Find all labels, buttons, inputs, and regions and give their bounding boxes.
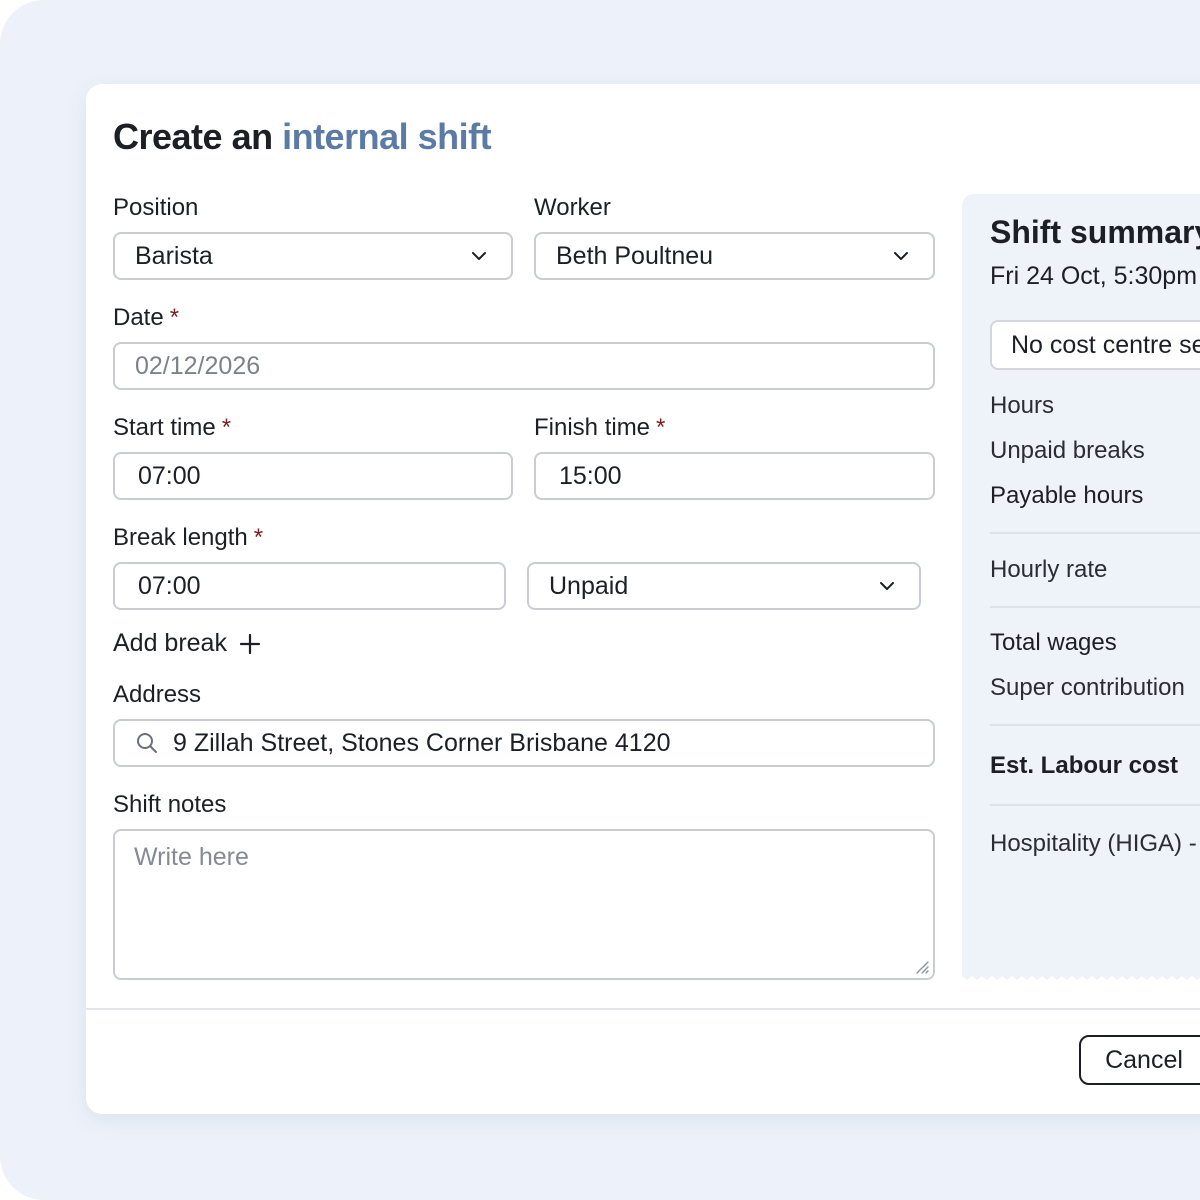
date-input[interactable]: 02/12/2026 [113, 342, 935, 390]
summary-title: Shift summary [990, 214, 1200, 250]
start-time-value: 07:00 [138, 461, 201, 490]
shift-notes-label: Shift notes [113, 791, 227, 818]
required-mark: * [656, 414, 666, 441]
summary-divider [990, 724, 1200, 726]
address-value: 9 Zillah Street, Stones Corner Brisbane … [173, 728, 671, 757]
summary-hours: Hours [990, 392, 1055, 419]
summary-unpaid-breaks: Unpaid breaks [990, 437, 1145, 464]
address-input[interactable]: 9 Zillah Street, Stones Corner Brisbane … [113, 719, 935, 767]
position-label: Position [113, 194, 199, 221]
chevron-down-icon [880, 582, 894, 590]
add-break-label: Add break [113, 629, 227, 657]
finish-time-value: 15:00 [559, 461, 622, 490]
date-placeholder: 02/12/2026 [135, 351, 261, 380]
break-length-label-text: Break length [113, 524, 248, 551]
summary-payable-hours: Payable hours [990, 482, 1144, 509]
cancel-button[interactable]: Cancel [1079, 1035, 1200, 1085]
summary-super-contribution: Super contribution [990, 674, 1185, 701]
summary-divider [990, 804, 1200, 806]
position-select[interactable]: Barista [113, 232, 513, 280]
chevron-down-icon [472, 252, 486, 260]
footer-divider [86, 1008, 1200, 1010]
search-icon [137, 733, 157, 753]
summary-hourly-rate: Hourly rate [990, 556, 1108, 583]
page-background: Create an internal shift Position Barist… [0, 0, 1200, 1200]
add-break-button[interactable]: Add break [113, 629, 261, 658]
worker-label: Worker [534, 194, 611, 221]
break-type-select[interactable]: Unpaid [527, 562, 921, 610]
start-time-input[interactable]: 07:00 [113, 452, 513, 500]
plus-icon [239, 633, 261, 654]
summary-est-labour-cost: Est. Labour cost [990, 752, 1179, 779]
chevron-down-icon [894, 252, 908, 260]
finish-time-label-text: Finish time [534, 414, 651, 441]
required-mark: * [221, 414, 232, 441]
worker-value: Beth Poultneu [556, 241, 714, 270]
break-length-input[interactable]: 07:00 [113, 562, 506, 610]
create-shift-modal: Create an internal shift Position Barist… [86, 84, 1200, 1114]
start-time-label: Start time * [113, 414, 231, 442]
shift-summary-panel: Shift summary Fri 24 Oct, 5:30pm No cost… [962, 194, 1200, 976]
break-type-value: Unpaid [549, 571, 629, 600]
cost-centre-value: No cost centre se [1011, 330, 1200, 359]
break-length-value: 07:00 [138, 571, 201, 600]
summary-award: Hospitality (HIGA) - [990, 830, 1197, 857]
cost-centre-select[interactable]: No cost centre se [990, 320, 1200, 370]
date-label-text: Date [113, 304, 164, 331]
resize-handle-icon[interactable] [915, 960, 929, 974]
shift-notes-textarea[interactable]: Write here [113, 829, 935, 980]
summary-total-wages: Total wages [990, 629, 1117, 656]
position-value: Barista [135, 241, 213, 270]
title-accent: internal shift [282, 116, 492, 157]
summary-divider [990, 532, 1200, 534]
worker-select[interactable]: Beth Poultneu [534, 232, 935, 280]
start-time-label-text: Start time [113, 414, 216, 441]
required-mark: * [169, 304, 180, 331]
date-label: Date * [113, 304, 179, 332]
finish-time-input[interactable]: 15:00 [534, 452, 935, 500]
finish-time-label: Finish time * [534, 414, 665, 442]
summary-date: Fri 24 Oct, 5:30pm [990, 262, 1198, 290]
summary-torn-edge [962, 971, 1200, 980]
summary-divider [990, 606, 1200, 608]
break-length-label: Break length * [113, 524, 263, 552]
shift-notes-placeholder: Write here [134, 843, 249, 871]
required-mark: * [253, 524, 264, 551]
page-title: Create an internal shift [113, 116, 492, 158]
address-label: Address [113, 681, 202, 708]
title-prefix: Create an [113, 116, 283, 157]
